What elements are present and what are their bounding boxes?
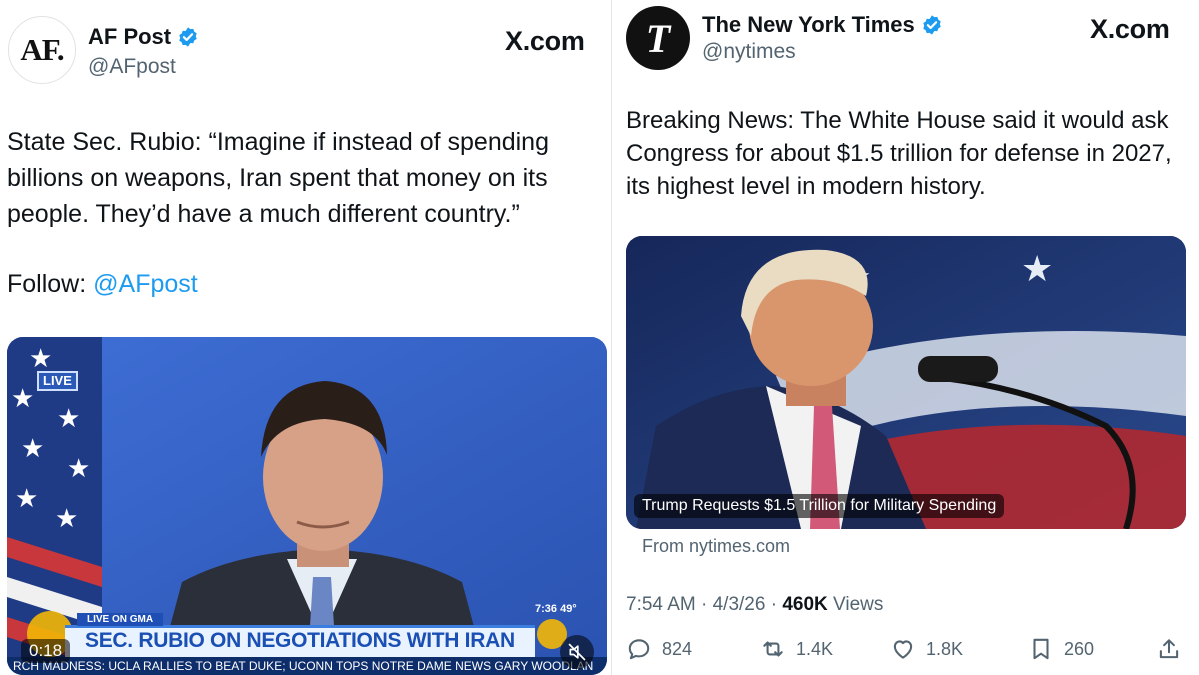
link-card-image[interactable]: ★ ★ Trump Requests $1.5 Trillion for Mil…: [626, 236, 1186, 529]
account-handle[interactable]: @nytimes: [702, 40, 796, 64]
views-label: Views: [827, 594, 884, 615]
card-caption: Trump Requests $1.5 Trillion for Militar…: [634, 494, 1005, 518]
reply-icon: [628, 639, 650, 660]
avatar-logo-text: AF.: [20, 32, 64, 67]
nyt-post-panel: T The New York Times @nytimes X.com Brea…: [612, 0, 1199, 675]
account-name[interactable]: AF Post: [88, 24, 171, 50]
news-ticker: RCH MADNESS: UCLA RALLIES TO BEAT DUKE; …: [7, 657, 607, 675]
account-name-row: The New York Times: [702, 12, 943, 38]
account-name[interactable]: The New York Times: [702, 12, 915, 38]
live-badge: LIVE: [37, 371, 78, 391]
svg-text:★: ★: [29, 343, 52, 373]
bookmark-count: 260: [1064, 638, 1095, 659]
broadcast-clock: 7:36 49°: [535, 603, 577, 615]
lower-third-headline: SEC. RUBIO ON NEGOTIATIONS WITH IRAN: [85, 629, 515, 652]
video-player[interactable]: ★ ★ ★ ★ ★ ★ ★ LIVE LIVE ON GMA SEC. RUBI…: [7, 337, 607, 675]
views-count: 460K: [782, 594, 828, 615]
svg-text:★: ★: [67, 453, 90, 483]
repost-button[interactable]: 1.4K: [760, 636, 833, 662]
speaker-muted-icon: [568, 643, 586, 661]
share-icon: [1159, 639, 1179, 659]
post-timestamp[interactable]: 7:54 AM · 4/3/26 ·: [626, 594, 782, 615]
repost-icon: [763, 641, 783, 657]
card-source[interactable]: From nytimes.com: [642, 536, 790, 557]
reply-count: 824: [662, 638, 693, 659]
avatar-logo-text: T: [645, 15, 671, 61]
post-actions: 824 1.4K 1.8K 260: [626, 636, 1186, 666]
svg-text:★: ★: [21, 433, 44, 463]
follow-mention-link[interactable]: @AFpost: [93, 270, 198, 298]
account-name-row: AF Post: [88, 24, 199, 50]
verified-badge-icon: [923, 15, 941, 35]
tweet-text: State Sec. Rubio: “Imagine if instead of…: [7, 128, 549, 228]
repost-count: 1.4K: [796, 638, 834, 659]
like-button[interactable]: 1.8K: [890, 636, 963, 662]
source-label: X.com: [1090, 14, 1170, 44]
svg-text:★: ★: [57, 403, 80, 433]
nyt-avatar[interactable]: T: [626, 6, 690, 70]
reply-button[interactable]: 824: [626, 636, 692, 662]
video-duration: 0:18: [21, 639, 71, 663]
source-label: X.com: [505, 26, 585, 56]
tweet-text: Breaking News: The White House said it w…: [626, 107, 1172, 200]
af-post-avatar[interactable]: AF.: [8, 16, 76, 84]
ticker-text: RCH MADNESS: UCLA RALLIES TO BEAT DUKE; …: [13, 659, 594, 673]
follow-label: Follow:: [7, 270, 87, 298]
svg-text:★: ★: [55, 503, 78, 533]
svg-text:★: ★: [1021, 248, 1053, 289]
like-count: 1.8K: [926, 638, 964, 659]
af-post-panel: AF. AF Post @AFpost X.com State Sec. Rub…: [0, 0, 612, 675]
account-handle[interactable]: @AFpost: [88, 55, 176, 79]
heart-icon: [893, 640, 913, 659]
follow-line: Follow: @AFpost: [7, 270, 198, 299]
bookmark-icon: [1033, 638, 1049, 660]
verified-badge-icon: [179, 27, 197, 47]
bookmark-button[interactable]: 260: [1028, 636, 1094, 662]
lower-third-tag: LIVE ON GMA: [77, 613, 164, 626]
svg-text:★: ★: [11, 383, 34, 413]
post-meta: 7:54 AM · 4/3/26 · 460K Views: [626, 594, 883, 616]
mute-button[interactable]: [560, 635, 594, 669]
svg-text:★: ★: [15, 483, 38, 513]
share-button[interactable]: [1156, 636, 1182, 662]
card-photo: ★ ★: [626, 236, 1186, 529]
